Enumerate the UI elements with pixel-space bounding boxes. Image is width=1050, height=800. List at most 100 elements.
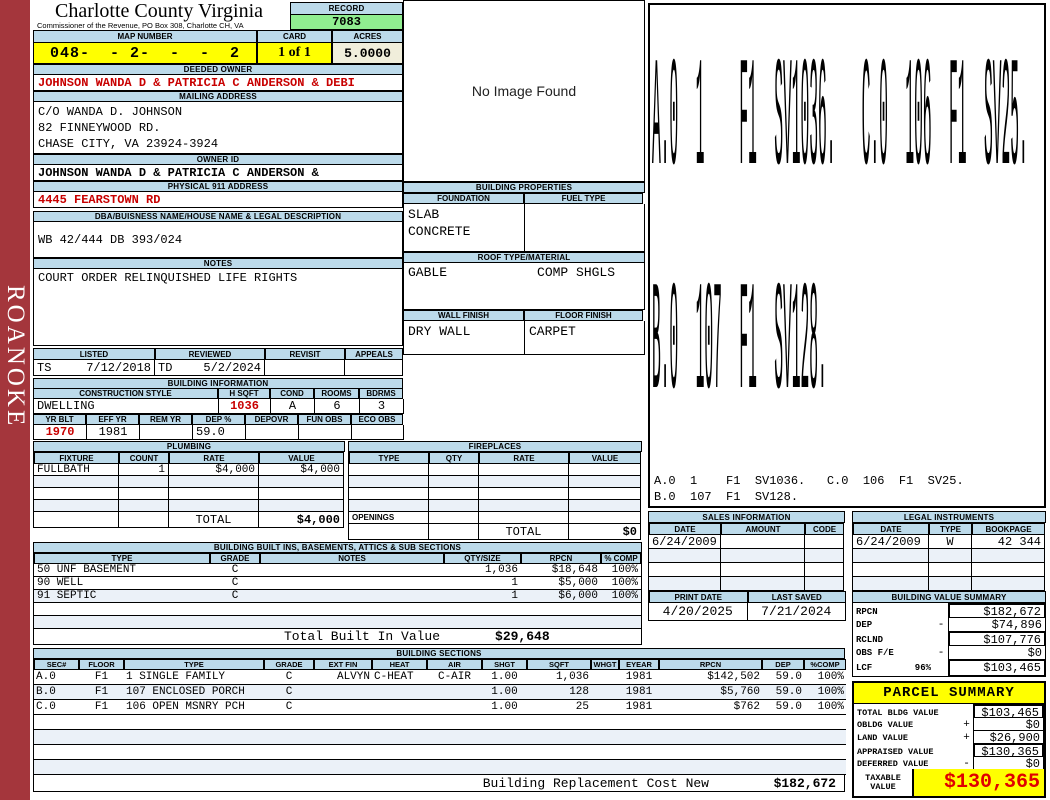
legal-cell: W [929,535,972,549]
dep-label: DEP % [192,414,245,425]
foundation-fuel-values: SLAB CONCRETE [403,204,645,252]
plumbing-total-value: $4,000 [259,512,344,528]
fireplaces-cell [569,512,641,524]
built-ins-cell [260,616,444,629]
summary-row: DEP - $74,896 [852,617,1046,631]
bs-cell: 100% [804,685,846,700]
listed-date: 7/12/2018 [86,361,151,375]
built-ins-cell [260,564,444,577]
bs-col: SQFT [527,659,591,670]
bs-cell: $142,502 [659,670,762,685]
summary-row: LCF96% $103,465 [852,659,1046,673]
building-sections-total-row: Building Replacement Cost New $182,672 [33,775,845,792]
plumbing-table: FIXTURE COUNT RATE VALUE FULLBATH 1 $4,0… [33,452,345,528]
legal-cell [972,549,1045,563]
bs-cell [314,700,372,715]
parcel-row: OBLDG VALUE + $0 [854,717,1044,730]
plumbing-cell: $4,000 [259,464,344,476]
fireplaces-cell [429,476,479,488]
fuel-type-value [525,204,644,251]
depovr-value [246,425,299,440]
built-ins-section: BUILDING BUILT INS, BASEMENTS, ATTICS & … [33,542,642,645]
plumbing-cell [119,488,169,500]
sales-cell [649,577,721,591]
wall-floor-values: DRY WALL CARPET [403,321,645,355]
summary-row: RCLND $107,776 [852,631,1046,645]
property-photo-placeholder: No Image Found [403,0,645,182]
built-ins-col-comp: % COMP [601,553,641,564]
plumbing-cell [34,476,119,488]
print-info-table: PRINT DATE LAST SAVED 4/20/2025 7/21/202… [648,591,845,621]
bs-cell: 59.0 [762,700,804,715]
bs-cell: 1981 [619,685,659,700]
roanoke-label: ROANOKE [1,285,29,428]
fireplaces-cell [569,464,641,476]
bs-col: EXT FIN [314,659,372,670]
last-saved-label: LAST SAVED [748,591,847,603]
bdrms-value: 3 [360,399,404,414]
row-label: OBS F/E [856,648,894,658]
fireplaces-col-rate: RATE [479,452,569,464]
built-ins-cell [521,616,601,629]
sales-col-code: CODE [805,523,844,535]
legal-cell [972,563,1045,577]
building-info-values-2: 1970 1981 59.0 [33,425,403,440]
sketch-stretched-line-2: B.0 107 F1 SV128. [652,255,827,435]
plumbing-cell: FULLBATH [34,464,119,476]
built-ins-col-qty: QTY/SIZE [444,553,521,564]
notes-header: NOTES [33,258,403,269]
last-saved-value: 7/21/2024 [748,603,847,621]
built-ins-col-notes: NOTES [260,553,444,564]
row-label: RPCN [856,607,878,617]
cond-value: A [271,399,315,414]
fireplaces-cell [429,512,479,524]
bs-cell: $5,760 [659,685,762,700]
fireplaces-total-value: $0 [569,524,641,540]
mailing-line-2: 82 FINNEYWOOD RD. [38,120,160,136]
fireplaces-cell [349,476,429,488]
building-info-columns: CONSTRUCTION STYLE H SQFT COND ROOMS BDR… [33,388,403,399]
bs-cell: 1,036 [527,670,591,685]
legal-col-date: DATE [853,523,929,535]
bs-total-label: Building Replacement Cost New [483,776,709,791]
legal-instruments-header: LEGAL INSTRUMENTS [852,511,1046,523]
fireplaces-cell [479,512,569,524]
bs-cell: C [264,670,314,685]
bs-cell [427,700,482,715]
sales-table: DATE AMOUNT CODE 6/24/2009 [648,523,845,591]
wall-floor-headers: WALL FINISH FLOOR FINISH [403,310,645,321]
taxable-value-row: TAXABLE VALUE $130,365 [854,769,1044,796]
plumbing-cell: 1 [119,464,169,476]
print-date-label: PRINT DATE [649,591,748,603]
bs-cell: 1.00 [482,685,527,700]
record-box: RECORD 7083 [290,2,403,30]
fireplaces-col-value: VALUE [569,452,641,464]
bs-empty-row [34,745,846,760]
fireplaces-cell [479,500,569,512]
built-ins-cell: 90 WELL [34,577,210,590]
legal-col-bookpage: BOOKPAGE [972,523,1045,535]
acres-label: ACRES [332,30,403,43]
bs-cell: 1 SINGLE FAMILY [124,670,264,685]
summary-row: OBS F/E - $0 [852,645,1046,659]
print-date-value: 4/20/2025 [649,603,748,621]
owner-id-header: OWNER ID [33,154,403,165]
wall-finish-label: WALL FINISH [403,310,524,321]
built-ins-total-label: Total Built In Value [284,629,440,644]
appeals-value [345,360,403,376]
parcel-row: APPRAISED VALUE $130,365 [854,743,1044,756]
built-ins-cell: C [210,577,260,590]
sales-col-date: DATE [649,523,721,535]
sales-cell [805,549,844,563]
fireplaces-cell [429,464,479,476]
sales-cell [721,577,805,591]
foundation-value: SLAB CONCRETE [404,204,525,251]
roof-material-value: COMP SHGLS [537,265,615,307]
bs-col: SHGT [482,659,527,670]
sales-cell: 6/24/2009 [649,535,721,549]
plumbing-cell: $4,000 [169,464,259,476]
built-ins-col-type: TYPE [34,553,210,564]
bs-cell [372,685,427,700]
built-ins-cell: $18,648 [521,564,601,577]
rooms-label: ROOMS [314,388,359,399]
